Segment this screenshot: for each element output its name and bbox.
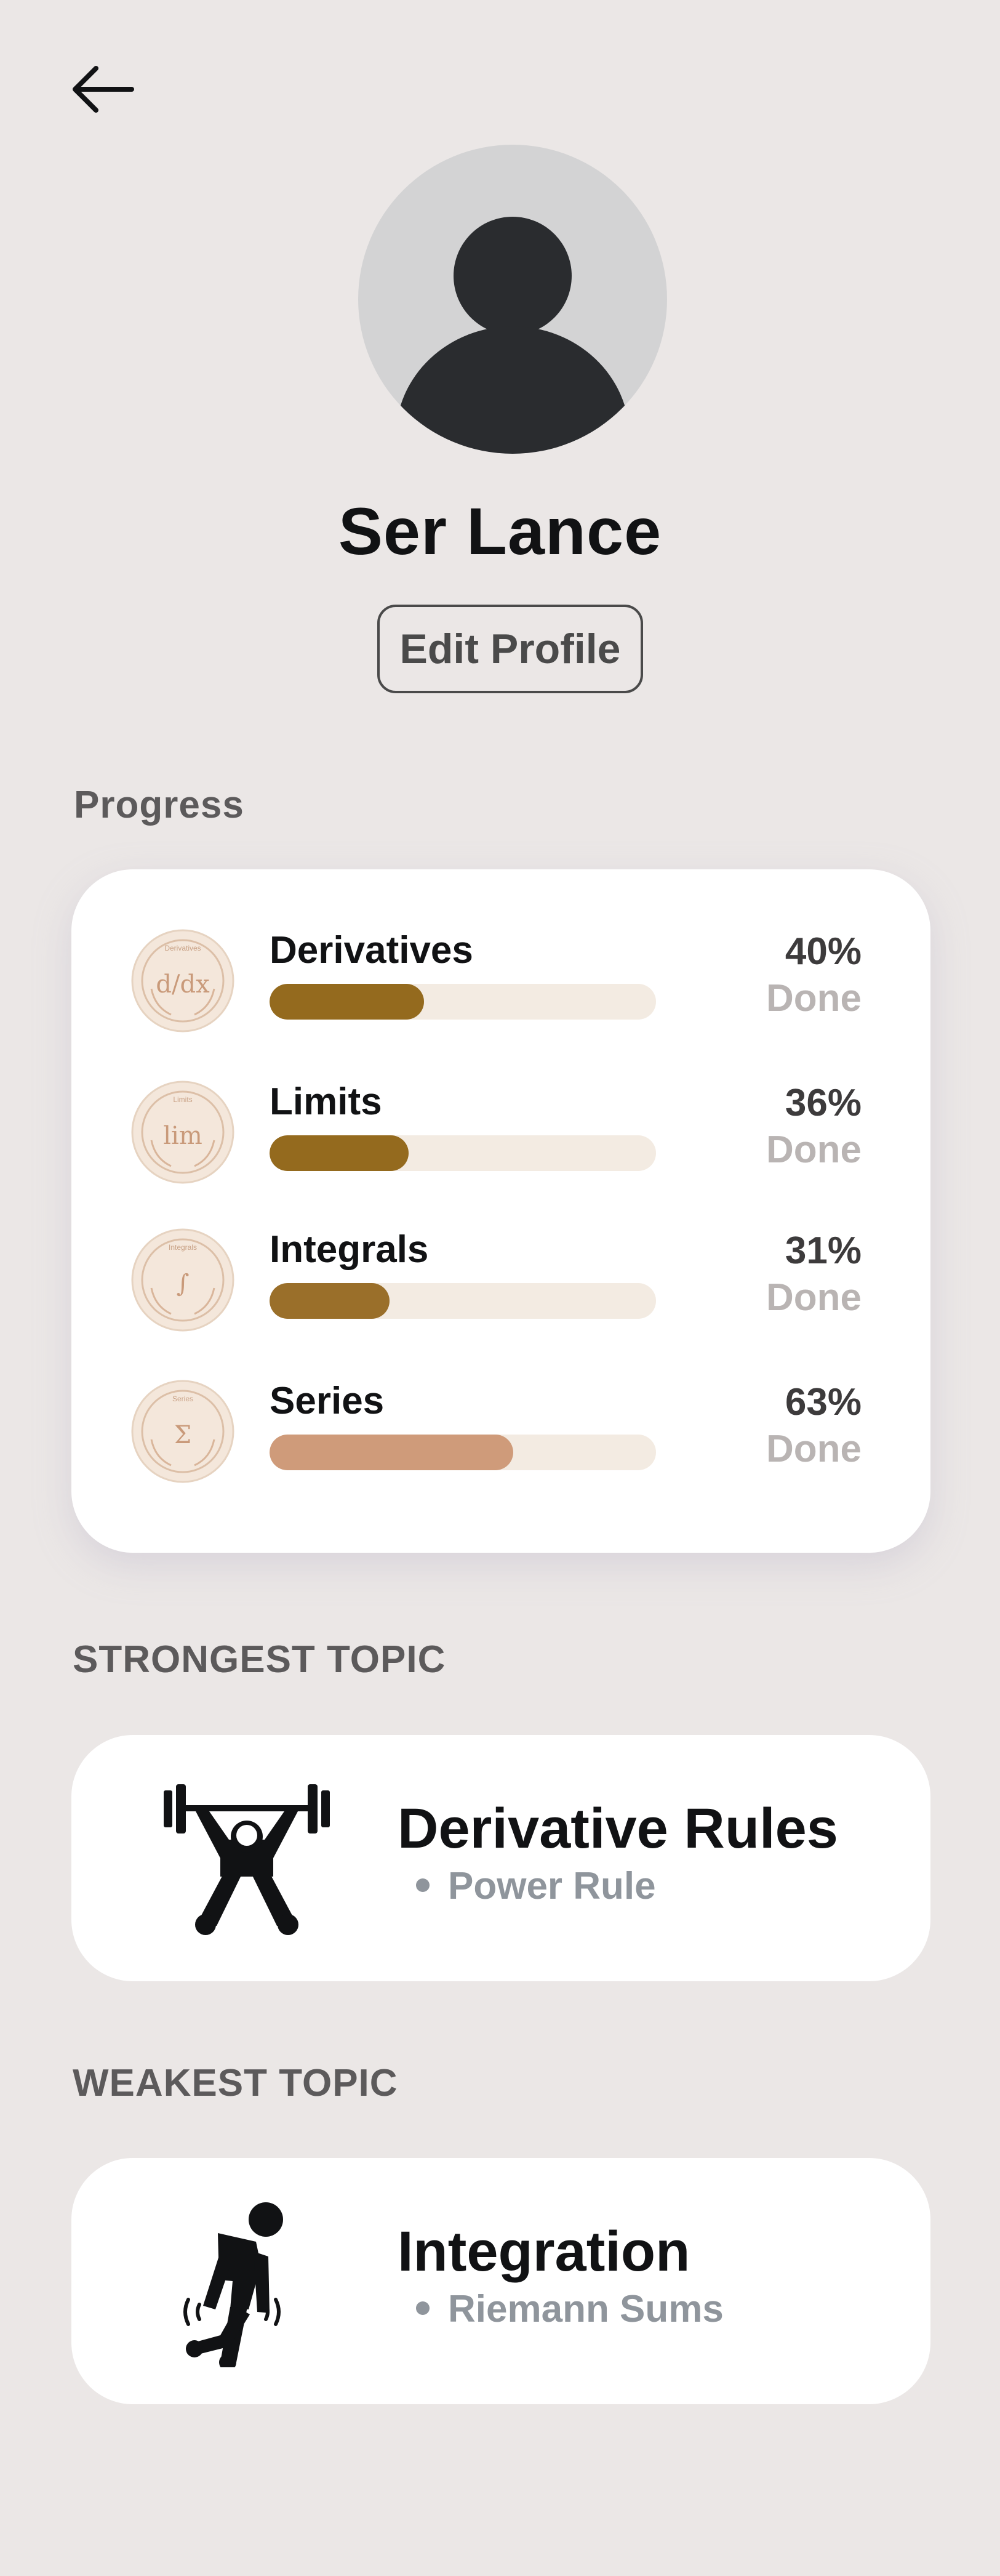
badge-symbol: d/dx: [156, 970, 210, 999]
weakest-topic-title: Integration: [398, 2220, 690, 2283]
progress-percent: 31% Done: [766, 1228, 862, 1321]
user-placeholder-icon: [358, 145, 667, 454]
series-badge-icon: Series Σ: [130, 1379, 235, 1484]
progress-done-label: Done: [766, 977, 862, 1020]
progress-bar: [270, 1435, 656, 1470]
progress-title: Derivatives: [270, 929, 473, 972]
avatar: [358, 142, 667, 457]
bullet-icon: [416, 2301, 430, 2315]
badge-caption: Limits: [173, 1095, 192, 1104]
limits-badge-icon: Limits lim: [130, 1080, 235, 1185]
progress-done-label: Done: [766, 1428, 862, 1470]
badge-caption: Integrals: [169, 1243, 197, 1252]
badge-symbol: ∫: [177, 1270, 190, 1298]
weakest-topic-subtitle-text: Riemann Sums: [448, 2288, 724, 2330]
badge-caption: Series: [172, 1395, 193, 1403]
back-button[interactable]: [69, 62, 137, 117]
progress-percent-value: 31%: [785, 1230, 862, 1272]
strongest-topic-subtitle: Power Rule: [416, 1864, 656, 1908]
progress-card: Derivatives d/dx Derivatives 40% Done Limits l…: [71, 869, 930, 1553]
progress-bar: [270, 1135, 656, 1171]
progress-heading: Progress: [74, 784, 244, 826]
progress-bar-fill: [270, 1435, 513, 1470]
derivatives-badge-icon: Derivatives d/dx: [130, 928, 235, 1033]
progress-row-derivatives[interactable]: Derivatives d/dx Derivatives 40% Done: [71, 928, 930, 1064]
progress-title: Integrals: [270, 1228, 429, 1271]
progress-done-label: Done: [766, 1129, 862, 1171]
progress-bar-fill: [270, 1283, 390, 1319]
badge-symbol: lim: [163, 1122, 202, 1150]
progress-percent: 36% Done: [766, 1080, 862, 1173]
progress-percent-value: 63%: [785, 1381, 862, 1423]
weakest-topic-subtitle: Riemann Sums: [416, 2287, 724, 2331]
progress-row-series[interactable]: Series Σ Series 63% Done: [71, 1379, 930, 1515]
progress-bar: [270, 984, 656, 1020]
edit-profile-button[interactable]: Edit Profile: [377, 605, 643, 693]
progress-row-limits[interactable]: Limits lim Limits 36% Done: [71, 1080, 930, 1215]
progress-percent: 40% Done: [766, 928, 862, 1022]
progress-row-integrals[interactable]: Integrals ∫ Integrals 31% Done: [71, 1228, 930, 1363]
progress-bar-fill: [270, 984, 425, 1020]
badge-caption: Derivatives: [164, 944, 201, 952]
bullet-icon: [416, 1878, 430, 1892]
weightlifter-icon: [164, 1772, 330, 1938]
integrals-badge-icon: Integrals ∫: [130, 1228, 235, 1332]
strongest-topic-subtitle-text: Power Rule: [448, 1865, 656, 1907]
progress-done-label: Done: [766, 1276, 862, 1319]
progress-percent: 63% Done: [766, 1379, 862, 1473]
progress-bar: [270, 1283, 656, 1319]
strongest-topic-title: Derivative Rules: [398, 1797, 838, 1860]
weakest-topic-heading: WEAKEST TOPIC: [73, 2062, 398, 2104]
progress-title: Limits: [270, 1081, 382, 1123]
progress-percent-value: 40%: [785, 930, 862, 973]
progress-title: Series: [270, 1380, 385, 1422]
profile-name: Ser Lance: [338, 494, 662, 568]
badge-symbol: Σ: [174, 1421, 191, 1449]
arrow-left-icon: [73, 66, 134, 113]
tired-person-icon: [164, 2201, 330, 2371]
progress-bar-fill: [270, 1135, 409, 1171]
progress-percent-value: 36%: [785, 1082, 862, 1124]
strongest-topic-heading: STRONGEST TOPIC: [73, 1638, 446, 1681]
weakest-topic-card[interactable]: Integration Riemann Sums: [71, 2158, 930, 2404]
strongest-topic-card[interactable]: Derivative Rules Power Rule: [71, 1735, 930, 1981]
